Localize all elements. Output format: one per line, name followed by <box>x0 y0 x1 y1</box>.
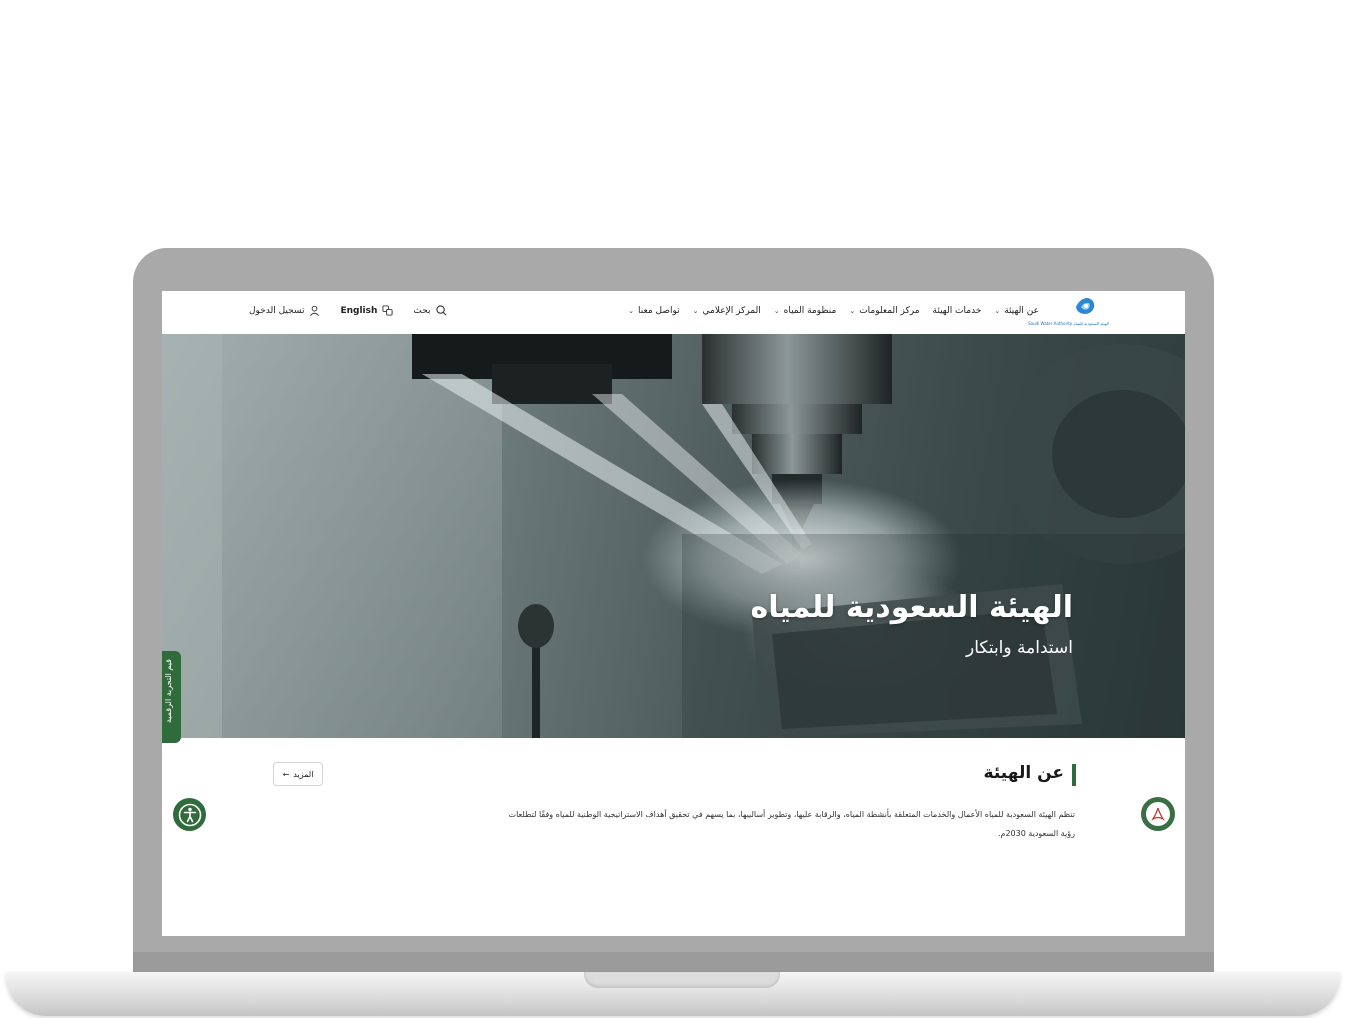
login-button[interactable]: تسجيل الدخول <box>249 305 320 316</box>
pdf-button-inner <box>1146 802 1170 826</box>
top-navbar: الهيئة السعودية للمياه Saudi Water Autho… <box>162 291 1185 334</box>
more-button[interactable]: المزيد ← <box>273 762 323 786</box>
nav-item-label: منظومة المياه <box>783 306 837 316</box>
hero-banner: الهيئة السعودية للمياه استدامة وابتكار <box>162 334 1185 738</box>
about-section-title: عن الهيئة <box>983 763 1064 783</box>
rate-experience-tab[interactable]: قيم التجربة الرقمية <box>162 651 181 743</box>
pdf-icon <box>1151 807 1165 821</box>
chevron-down-icon: ⌄ <box>628 307 635 315</box>
main-menu: عن الهيئة ⌄ خدمات الهيئة مركز المعلومات … <box>628 306 1039 316</box>
section-title-accent <box>1072 764 1076 786</box>
logo-text: الهيئة السعودية للمياه Saudi Water Autho… <box>1028 321 1109 326</box>
nav-item-media-center[interactable]: المركز الإعلامي ⌄ <box>693 306 761 316</box>
language-label: English <box>340 305 378 316</box>
nav-item-contact[interactable]: تواصل معنا ⌄ <box>628 306 679 316</box>
water-drop-logo-icon <box>1076 298 1095 314</box>
about-description: تنظم الهيئة السعودية للمياه الأعمال والخ… <box>508 810 1075 838</box>
nav-item-info-center[interactable]: مركز المعلومات ⌄ <box>849 306 919 316</box>
accessibility-button[interactable] <box>173 798 206 831</box>
pdf-download-button[interactable] <box>1141 797 1175 831</box>
nav-item-label: خدمات الهيئة <box>932 306 982 316</box>
nav-item-water-system[interactable]: منظومة المياه ⌄ <box>774 306 837 316</box>
hero-subtitle: استدامة وابتكار <box>966 638 1073 658</box>
nav-item-label: عن الهيئة <box>1004 306 1039 316</box>
header-tools: بحث English تسجيل الدخول <box>249 305 447 316</box>
hero-machining-photo <box>162 334 1185 738</box>
search-icon <box>435 305 447 316</box>
arrow-left-icon: ← <box>282 769 290 779</box>
laptop-screen: الهيئة السعودية للمياه Saudi Water Autho… <box>162 291 1185 936</box>
site-logo[interactable]: الهيئة السعودية للمياه Saudi Water Autho… <box>1028 297 1109 331</box>
chevron-down-icon: ⌄ <box>773 307 780 315</box>
nav-item-label: تواصل معنا <box>638 306 680 316</box>
nav-item-label: مركز المعلومات <box>859 306 920 316</box>
nav-item-about[interactable]: عن الهيئة ⌄ <box>994 306 1039 316</box>
more-button-label: المزيد <box>293 769 314 779</box>
search-button[interactable]: بحث <box>413 305 447 316</box>
laptop-base <box>6 972 1340 1016</box>
user-icon <box>310 305 320 316</box>
chevron-down-icon: ⌄ <box>692 307 699 315</box>
nav-item-label: المركز الإعلامي <box>702 306 761 316</box>
accessibility-icon <box>178 803 201 826</box>
laptop-notch <box>584 972 780 988</box>
language-button[interactable]: English <box>340 305 393 316</box>
nav-item-services[interactable]: خدمات الهيئة <box>933 306 982 316</box>
chevron-down-icon: ⌄ <box>849 307 856 315</box>
login-label: تسجيل الدخول <box>249 305 305 316</box>
hero-title: الهيئة السعودية للمياه <box>750 590 1073 625</box>
chevron-down-icon: ⌄ <box>994 307 1001 315</box>
search-label: بحث <box>413 305 431 316</box>
rate-experience-label: قيم التجربة الرقمية <box>164 659 173 724</box>
translate-icon <box>382 305 393 316</box>
